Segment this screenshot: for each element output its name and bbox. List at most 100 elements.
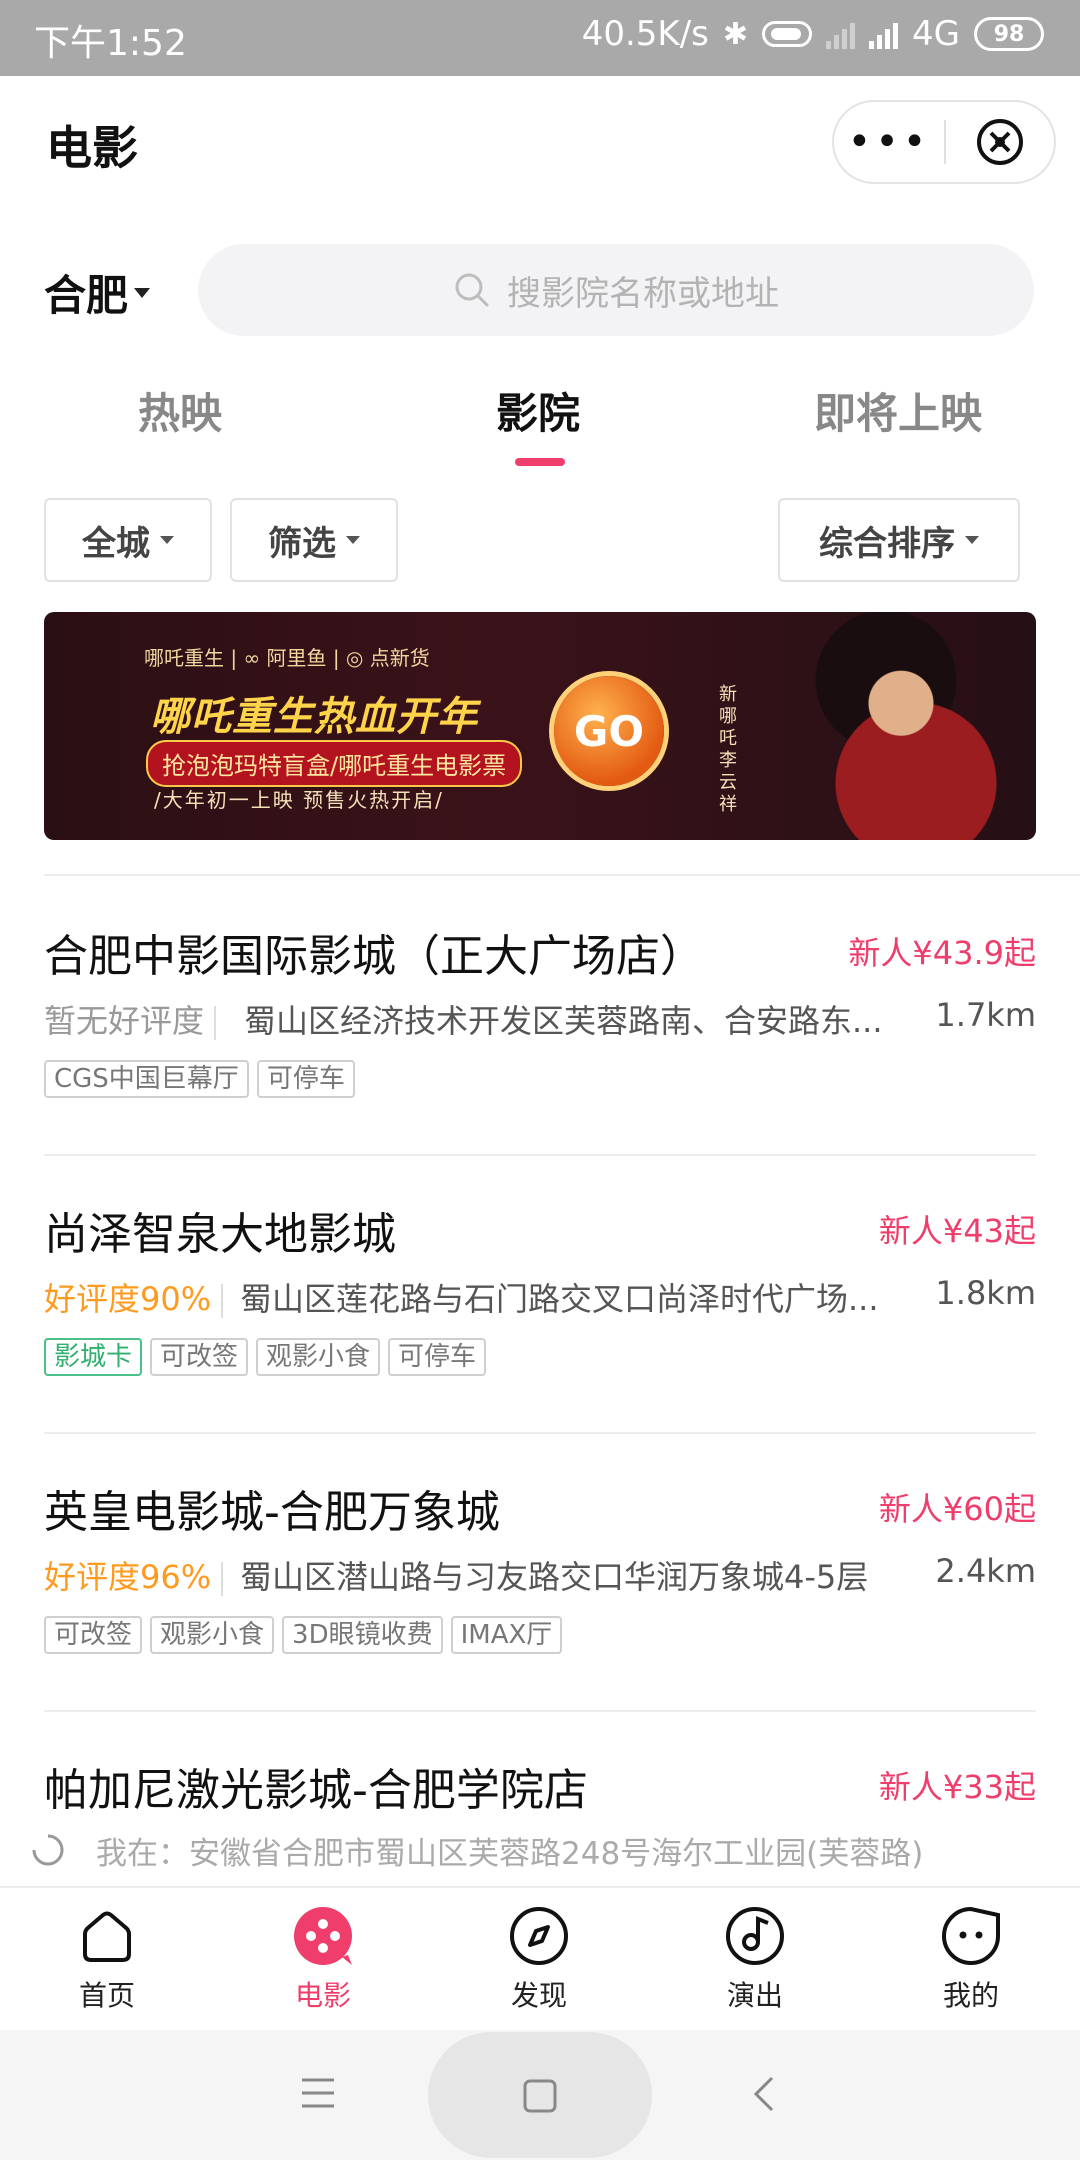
promo-banner[interactable]: 哪吒重生 | ∞ 阿里鱼 | ◎ 点新货 哪吒重生热血开年 抢泡泡玛特盲盒/哪吒… (44, 612, 1036, 840)
caret-down-icon (346, 536, 360, 544)
banner-go-button[interactable]: GO (554, 676, 664, 786)
cinema-rating-text: 好评度96% (44, 1558, 212, 1596)
home-icon (83, 1911, 131, 1962)
signal-sim1-icon (826, 19, 856, 49)
cinema-price: 新人¥43起 (878, 1212, 1036, 1250)
status-time: 下午1:52 (34, 23, 187, 64)
cinema-tags: 可改签 观影小食 3D眼镜收费 IMAX厅 (44, 1616, 563, 1654)
cinema-tag: 可停车 (388, 1338, 487, 1376)
cinema-distance: 1.7km (935, 996, 1036, 1034)
cinema-name: 尚泽智泉大地影城 (44, 1209, 396, 1260)
nav-discover-label: 发现 (510, 1979, 567, 2012)
cinema-tag: 观影小食 (150, 1616, 275, 1654)
current-location-bar[interactable]: 我在：安徽省合肥市蜀山区芙蓉路248号海尔工业园(芙蓉路) (0, 1820, 1080, 1880)
divider (44, 1154, 1036, 1156)
home-button[interactable] (428, 2032, 652, 2158)
battery-icon: 98 (974, 17, 1044, 51)
cinema-tags: 影城卡 可改签 观影小食 可停车 (44, 1338, 487, 1376)
filter-button[interactable]: 筛选 (230, 498, 398, 582)
city-selector[interactable]: 合肥 (44, 262, 151, 323)
tab-now-showing[interactable]: 热映 (138, 380, 222, 441)
square-icon (523, 2079, 557, 2113)
city-label: 合肥 (44, 271, 129, 320)
tab-bar: 热映 影院 即将上映 (0, 370, 1080, 470)
cinema-rating-text: 暂无好评度 (44, 1002, 205, 1040)
music-note-icon (726, 1907, 784, 1965)
nav-shows[interactable]: 演出 (680, 1904, 830, 2014)
caret-down-icon (160, 536, 174, 544)
close-button[interactable] (946, 117, 1054, 167)
back-icon[interactable] (752, 2074, 776, 2114)
cinema-tag: IMAX厅 (450, 1616, 563, 1654)
rating-separator (221, 1284, 224, 1318)
cinema-address: 蜀山区莲花路与石门路交叉口尚泽时代广场... (240, 1280, 879, 1318)
cinema-tag: CGS中国巨幕厅 (44, 1060, 249, 1098)
nav-discover[interactable]: 发现 (464, 1904, 614, 2014)
banner-brands: 哪吒重生 | ∞ 阿里鱼 | ◎ 点新货 (144, 646, 430, 670)
cinema-name: 合肥中影国际影城（正大广场店） (44, 931, 704, 982)
sort-button[interactable]: 综合排序 (778, 498, 1020, 582)
area-filter-button[interactable]: 全城 (44, 498, 212, 582)
area-filter-label: 全城 (82, 523, 150, 564)
rating-separator (221, 1562, 224, 1596)
cinema-tag: 3D眼镜收费 (282, 1616, 443, 1654)
rating-separator (214, 1006, 217, 1040)
cinema-list-item[interactable]: 尚泽智泉大地影城 新人¥43起 好评度90% 蜀山区莲花路与石门路交叉口尚泽时代… (44, 1198, 1036, 1438)
bluetooth-icon: ✱ (722, 16, 749, 52)
vibrate-toggle-icon (762, 21, 813, 47)
cinema-name: 帕加尼激光影城-合肥学院店 (44, 1765, 588, 1816)
divider (44, 1432, 1036, 1434)
cinema-tag: 观影小食 (256, 1338, 381, 1376)
cinema-tag: 可停车 (256, 1060, 355, 1098)
search-icon (455, 273, 489, 307)
status-bar: 下午1:52 40.5K/s ✱ 4G 98 (0, 0, 1080, 76)
banner-subtitle: 抢泡泡玛特盲盒/哪吒重生电影票 (146, 740, 523, 787)
cinema-list-item[interactable]: 合肥中影国际影城（正大广场店） 新人¥43.9起 暂无好评度 蜀山区经济技术开发… (44, 920, 1036, 1160)
cinema-list-item[interactable]: 帕加尼激光影城-合肥学院店 新人¥33起 (44, 1754, 1036, 1820)
status-icons: 40.5K/s ✱ 4G 98 (582, 14, 1044, 54)
nav-shows-label: 演出 (726, 1979, 783, 2012)
cinema-distance: 2.4km (935, 1552, 1036, 1590)
close-circle-icon (977, 119, 1023, 165)
compass-icon (510, 1907, 568, 1965)
nav-profile[interactable]: 我的 (896, 1904, 1046, 2014)
nav-home[interactable]: 首页 (32, 1904, 182, 2014)
caret-down-icon (965, 536, 979, 544)
current-location-text: 我在：安徽省合肥市蜀山区芙蓉路248号海尔工业园(芙蓉路) (96, 1836, 924, 1872)
loading-spinner-icon (32, 1834, 64, 1866)
nav-home-label: 首页 (78, 1979, 135, 2012)
search-input[interactable]: 搜影院名称或地址 (198, 244, 1034, 336)
bottom-nav: 首页 电影 发现 演出 我的 (0, 1886, 1080, 2030)
battery-level: 98 (993, 21, 1025, 47)
caret-down-icon (134, 287, 151, 298)
net-speed: 40.5K/s (581, 14, 709, 54)
cinema-rating-text: 好评度90% (44, 1280, 212, 1318)
movie-icon (294, 1907, 352, 1965)
cinema-rating: 好评度90% (44, 1274, 224, 1320)
cinema-price: 新人¥43.9起 (848, 934, 1036, 972)
mini-program-capsule: ••• (832, 100, 1056, 184)
header: 电影 ••• (0, 76, 1080, 206)
cinema-name: 英皇电影城-合肥万象城 (44, 1487, 500, 1538)
cinema-rating: 暂无好评度 (44, 996, 217, 1042)
search-placeholder: 搜影院名称或地址 (507, 273, 779, 314)
cinema-list-item[interactable]: 英皇电影城-合肥万象城 新人¥60起 好评度96% 蜀山区潜山路与习友路交口华润… (44, 1476, 1036, 1716)
banner-tagline: /大年初一上映 预售火热开启/ (154, 788, 444, 812)
divider (44, 1710, 1036, 1712)
tab-coming-soon[interactable]: 即将上映 (814, 380, 982, 441)
more-button[interactable]: ••• (834, 122, 944, 162)
active-tab-indicator (515, 458, 565, 466)
signal-sim2-icon (869, 19, 899, 49)
cinema-tags: CGS中国巨幕厅 可停车 (44, 1060, 355, 1098)
cinema-price: 新人¥33起 (878, 1768, 1036, 1806)
nav-profile-label: 我的 (942, 1979, 999, 2012)
menu-icon[interactable] (300, 2076, 336, 2110)
banner-title: 哪吒重生热血开年 (150, 694, 478, 740)
network-type: 4G (912, 14, 960, 54)
cinema-card-tag: 影城卡 (44, 1338, 143, 1376)
nav-movie[interactable]: 电影 (248, 1904, 398, 2014)
sort-label: 综合排序 (819, 523, 955, 564)
cinema-address: 蜀山区经济技术开发区芙蓉路南、合安路东... (244, 1002, 883, 1040)
cinema-tag: 可改签 (150, 1338, 249, 1376)
tab-cinemas[interactable]: 影院 (496, 380, 580, 441)
